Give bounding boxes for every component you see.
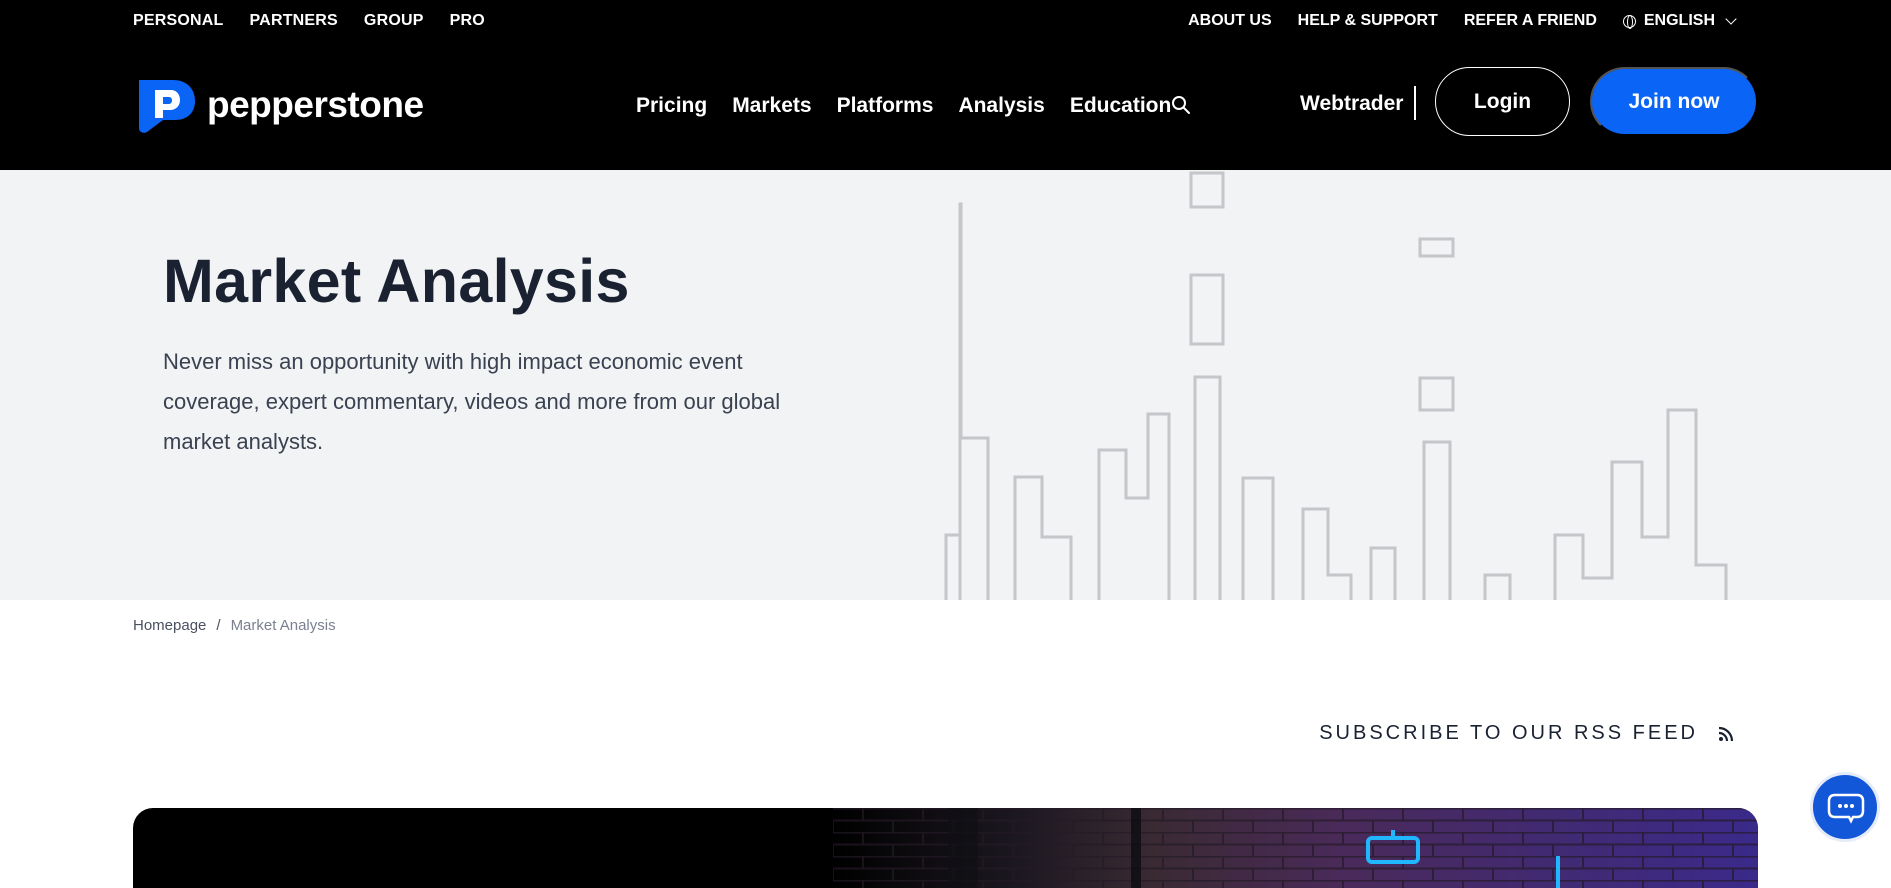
nav-item-education[interactable]: Education [1070,94,1172,118]
utility-link-group[interactable]: GROUP [364,12,424,30]
login-button[interactable]: Login [1435,67,1570,136]
rss-label: SUBSCRIBE TO OUR RSS FEED [1319,722,1698,744]
utility-link-pro[interactable]: PRO [450,12,485,30]
utility-link-refer-a-friend[interactable]: REFER A FRIEND [1464,12,1597,30]
utility-link-help-support[interactable]: HELP & SUPPORT [1298,12,1438,30]
utility-link-partners[interactable]: PARTNERS [250,12,338,30]
header-divider [1414,86,1416,120]
main-nav: Pricing Markets Platforms Analysis Educa… [636,94,1171,118]
language-label: ENGLISH [1643,12,1715,29]
nav-item-markets[interactable]: Markets [732,94,811,118]
utility-link-personal[interactable]: PERSONAL [133,12,224,30]
featured-article-image[interactable] [133,808,1758,888]
nav-item-analysis[interactable]: Analysis [958,94,1044,118]
featured-image-brick-wall [833,808,1758,888]
pepperstone-logo-icon [139,80,195,133]
hero-banner: Market Analysis Never miss an opportunit… [0,170,1891,600]
utility-nav-right: ABOUT US HELP & SUPPORT REFER A FRIEND E… [1188,12,1737,30]
breadcrumb: Homepage / Market Analysis [133,617,336,634]
logo-text: pepperstone [207,84,424,125]
site-header: PERSONAL PARTNERS GROUP PRO ABOUT US HEL… [0,0,1891,170]
join-now-button[interactable]: Join now [1590,67,1758,136]
chat-icon [1827,793,1865,824]
webtrader-link[interactable]: Webtrader [1300,92,1403,116]
rss-icon [1718,726,1734,741]
chat-button[interactable] [1810,772,1880,842]
page-title: Market Analysis [163,247,630,315]
breadcrumb-current: Market Analysis [230,617,336,634]
logo[interactable]: pepperstone [133,76,424,134]
hero-description: Never miss an opportunity with high impa… [163,349,781,454]
decorative-bar-chart-graphic [944,171,1728,600]
utility-link-about-us[interactable]: ABOUT US [1188,12,1272,30]
utility-nav-left: PERSONAL PARTNERS GROUP PRO [133,12,485,30]
language-selector[interactable]: ENGLISH [1622,12,1737,30]
globe-icon [1622,14,1636,29]
nav-item-pricing[interactable]: Pricing [636,94,707,118]
nav-item-platforms[interactable]: Platforms [837,94,934,118]
search-icon[interactable] [1171,95,1190,114]
breadcrumb-home[interactable]: Homepage [133,617,206,634]
chevron-down-icon [1725,12,1737,25]
rss-subscribe-link[interactable]: SUBSCRIBE TO OUR RSS FEED [1319,722,1734,745]
breadcrumb-separator: / [216,617,221,634]
